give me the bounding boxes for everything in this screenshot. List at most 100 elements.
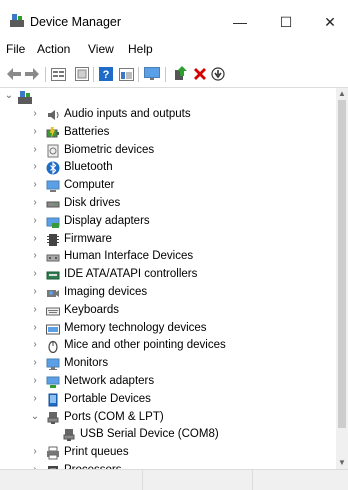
menu-file[interactable]: File [6, 42, 25, 56]
window-title: Device Manager [30, 15, 122, 29]
scrollbar-thumb[interactable] [338, 100, 346, 428]
toolbar-separator [93, 67, 94, 82]
memory-icon [46, 324, 60, 335]
toolbar-separator [138, 67, 139, 82]
ide-controller-icon [46, 271, 60, 280]
chevron-right-icon[interactable]: › [30, 126, 40, 138]
camera-icon [47, 290, 59, 297]
tree-root[interactable]: ⌄ [0, 88, 336, 106]
close-button[interactable]: ✕ [312, 10, 348, 34]
chevron-right-icon[interactable]: › [30, 304, 40, 316]
speaker-icon [48, 110, 59, 120]
update-driver-icon[interactable] [172, 66, 188, 82]
chevron-right-icon[interactable]: › [30, 446, 40, 458]
tree-item-label: Imaging devices [64, 286, 148, 298]
tree-category[interactable]: › Computer [0, 177, 336, 195]
chevron-right-icon[interactable]: › [30, 250, 40, 262]
tree-item-label: Bluetooth [64, 161, 113, 174]
port-icon [63, 429, 75, 442]
chevron-right-icon[interactable]: › [30, 161, 40, 173]
tree-category[interactable]: › Human Interface Devices [0, 248, 336, 266]
tree-item-label: Mice and other pointing devices [64, 339, 226, 352]
vertical-scrollbar[interactable]: ▲ ▼ [336, 88, 348, 469]
battery-icon [46, 126, 59, 139]
menu-help[interactable]: Help [128, 42, 153, 56]
tree-category[interactable]: › Imaging devices [0, 284, 336, 302]
tree-item-label: Keyboards [64, 303, 119, 316]
tree-category[interactable]: › Batteries [0, 124, 336, 142]
uninstall-icon[interactable] [192, 66, 208, 82]
maximize-button[interactable]: ☐ [268, 10, 304, 34]
scroll-up-icon[interactable]: ▲ [336, 88, 348, 100]
chevron-right-icon[interactable]: › [30, 393, 40, 405]
tree-category[interactable]: › Firmware [0, 231, 336, 249]
tree-category[interactable]: › Audio inputs and outputs [0, 106, 336, 124]
bluetooth-icon [46, 161, 60, 175]
status-segment [142, 470, 253, 490]
disk-drive-icon [46, 201, 60, 208]
network-icon [46, 376, 60, 388]
tree-category[interactable]: ⌄ Ports (COM & LPT) [0, 409, 336, 427]
svg-text:?: ? [103, 69, 110, 81]
tree-item-label: Batteries [64, 125, 110, 138]
tree-category[interactable]: › Mice and other pointing devices [0, 337, 336, 355]
keyboard-icon [46, 307, 60, 316]
tree-item-label: Memory technology devices [64, 321, 207, 334]
chevron-right-icon[interactable]: › [30, 375, 40, 387]
show-hidden-icon[interactable] [74, 66, 90, 82]
scroll-down-icon[interactable]: ▼ [336, 457, 348, 469]
tree-category[interactable]: › Disk drives [0, 195, 336, 213]
back-icon[interactable] [6, 66, 22, 82]
chevron-down-icon[interactable]: ⌄ [30, 411, 40, 423]
chevron-right-icon[interactable]: › [30, 322, 40, 334]
mouse-icon [48, 341, 58, 354]
scan-hardware-icon[interactable] [210, 66, 226, 82]
chevron-right-icon[interactable]: › [30, 233, 40, 245]
tree-category[interactable]: › Keyboards [0, 302, 336, 320]
chevron-right-icon[interactable]: › [30, 339, 40, 351]
tree-category[interactable]: › Portable Devices [0, 391, 336, 409]
tree-category[interactable]: › Network adapters [0, 373, 336, 391]
device-item[interactable]: USB Serial Device (COM8) [0, 426, 336, 444]
monitor-icon [46, 358, 60, 371]
chevron-right-icon[interactable]: › [30, 215, 40, 227]
chevron-down-icon[interactable]: ⌄ [4, 90, 14, 102]
tree-category[interactable]: › Display adapters [0, 213, 336, 231]
device-tree: ⌄ › Audio inputs and outputs › Batteries › Bi… [0, 88, 336, 469]
minimize-button[interactable]: — [222, 10, 258, 34]
tree-item-label: Network adapters [64, 375, 155, 387]
menu-action[interactable]: Action [37, 42, 70, 56]
status-segment [252, 470, 337, 490]
port-icon [47, 411, 59, 424]
chevron-right-icon[interactable]: › [30, 108, 40, 120]
tree-category[interactable]: › Monitors [0, 355, 336, 373]
tree-item-label: Ports (COM & LPT) [64, 410, 164, 423]
action-pane-icon[interactable] [118, 66, 134, 82]
menu-view[interactable]: View [88, 42, 114, 56]
tree-category[interactable]: › Biometric devices [0, 142, 336, 160]
portable-device-icon [48, 393, 58, 407]
toolbar-separator [45, 67, 46, 82]
tree-item-label: Print queues [64, 446, 129, 459]
monitor-icon[interactable] [144, 66, 160, 82]
chevron-right-icon[interactable]: › [30, 268, 40, 280]
forward-icon[interactable] [24, 66, 40, 82]
tree-category[interactable]: › IDE ATA/ATAPI controllers [0, 266, 336, 284]
toolbar-separator [165, 67, 166, 82]
chevron-right-icon[interactable]: › [30, 144, 40, 156]
chevron-right-icon[interactable]: › [30, 357, 40, 369]
tree-item-label: Portable Devices [64, 392, 151, 405]
chevron-right-icon[interactable]: › [30, 179, 40, 191]
tree-category[interactable]: ›Processors [0, 462, 336, 469]
chevron-right-icon[interactable]: › [30, 197, 40, 209]
tree-category[interactable]: › Print queues [0, 444, 336, 462]
tree-category[interactable]: › Bluetooth [0, 159, 336, 177]
computer-icon [46, 180, 60, 193]
hid-icon [46, 254, 60, 262]
help-icon[interactable]: ? [98, 66, 114, 82]
chevron-right-icon[interactable]: › [30, 286, 40, 298]
tree-category[interactable]: › Memory technology devices [0, 320, 336, 338]
tree-item-label: Display adapters [64, 214, 150, 227]
firmware-icon [47, 233, 59, 246]
properties-icon[interactable] [50, 66, 66, 82]
